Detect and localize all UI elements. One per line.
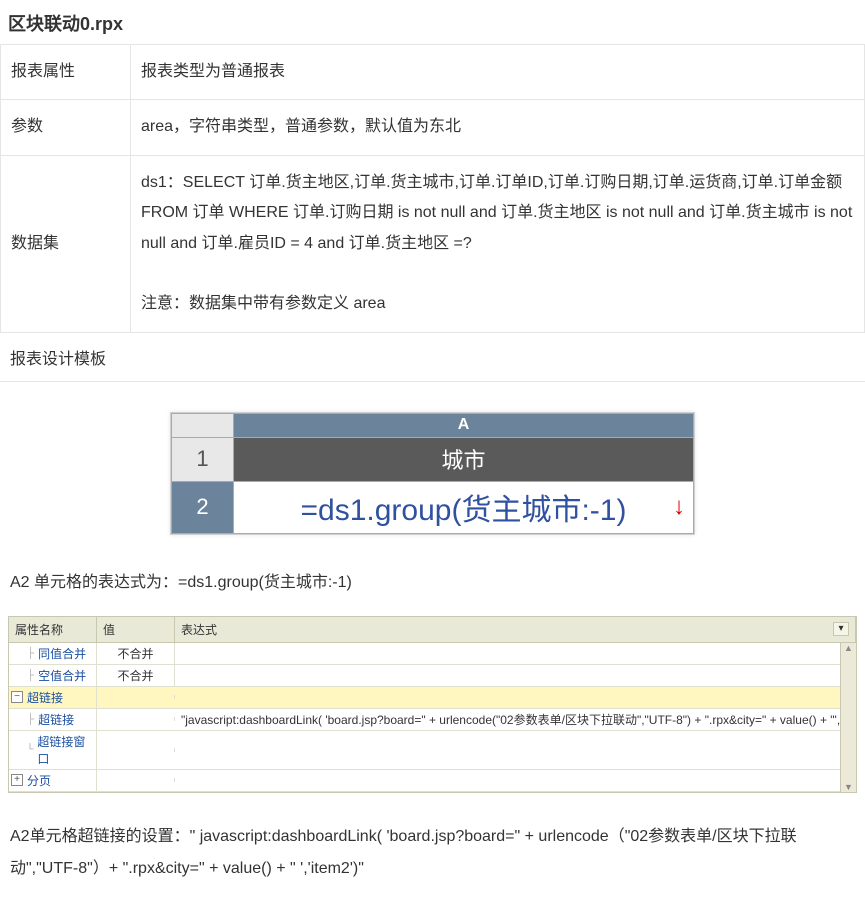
property-panel: 属性名称 值 表达式 ▾ ├ 同值合并 不合并 ├ 空值合并 不合并 xyxy=(8,616,857,793)
down-arrow-icon: ↓ xyxy=(673,495,685,519)
template-header-row: A xyxy=(172,413,694,437)
header-expr-label: 表达式 xyxy=(181,621,217,638)
prop-row-paging[interactable]: + 分页 xyxy=(9,770,856,792)
prop-label-paging: 分页 xyxy=(27,772,51,789)
prop-label-hyperlink-group: 超链接 xyxy=(27,689,63,706)
template-row-2: 2 =ds1.group(货主城市:-1) ↓ xyxy=(172,481,694,533)
dataset-value: ds1：SELECT 订单.货主地区,订单.货主城市,订单.订单ID,订单.订购… xyxy=(141,168,854,259)
prop-row-hyperlink-window[interactable]: └ 超链接窗口 xyxy=(9,731,856,770)
tree-plus-icon[interactable]: + xyxy=(11,774,23,786)
tree-line-icon xyxy=(11,744,22,756)
tree-cell: ├ 超链接 xyxy=(9,709,97,730)
template-row1-num: 1 xyxy=(172,437,234,481)
prop-value-hyperlink-window xyxy=(97,748,175,752)
dataset-label: 数据集 xyxy=(1,155,131,332)
prop-expr-same-merge xyxy=(175,651,856,655)
prop-row-hyperlink[interactable]: ├ 超链接 "javascript:dashboardLink( 'board.… xyxy=(9,709,856,731)
template-a2-cell: =ds1.group(货主城市:-1) ↓ xyxy=(234,481,694,533)
prop-value-same-merge: 不合并 xyxy=(97,643,175,664)
info-row-param: 参数 area，字符串类型，普通参数，默认值为东北 xyxy=(1,100,865,155)
prop-label-hyperlink-window: 超链接窗口 xyxy=(37,733,94,767)
property-header-row: 属性名称 值 表达式 ▾ xyxy=(9,617,856,643)
prop-value-paging xyxy=(97,778,175,782)
tree-line-icon xyxy=(11,647,23,659)
tree-minus-icon[interactable]: − xyxy=(11,691,23,703)
header-name: 属性名称 xyxy=(9,617,97,642)
a2-link-text: A2单元格超链接的设置：" javascript:dashboardLink( … xyxy=(0,793,865,897)
prop-expr-hyperlink-window xyxy=(175,748,856,752)
prop-label-empty-merge: 空值合并 xyxy=(38,667,86,684)
scroll-up-icon[interactable]: ▲ xyxy=(844,643,853,653)
a2-formula-text: A2 单元格的表达式为：=ds1.group(货主城市:-1) xyxy=(0,555,865,616)
report-attr-value: 报表类型为普通报表 xyxy=(131,45,865,100)
prop-expr-hyperlink-group xyxy=(175,695,856,699)
template-row-1: 1 城市 xyxy=(172,437,694,481)
report-attr-label: 报表属性 xyxy=(1,45,131,100)
prop-expr-paging xyxy=(175,778,856,782)
prop-row-same-merge[interactable]: ├ 同值合并 不合并 xyxy=(9,643,856,665)
template-box: A 1 城市 2 =ds1.group(货主城市:-1) ↓ xyxy=(170,412,695,535)
tree-dash: └ xyxy=(26,744,33,755)
prop-value-hyperlink xyxy=(97,717,175,721)
template-row2-num: 2 xyxy=(172,481,234,533)
prop-label-same-merge: 同值合并 xyxy=(38,645,86,662)
property-body: ├ 同值合并 不合并 ├ 空值合并 不合并 − 超链接 xyxy=(9,643,856,792)
template-col-a: A xyxy=(234,413,694,437)
tree-cell: + 分页 xyxy=(9,770,97,791)
dataset-note: 注意：数据集中带有参数定义 area xyxy=(141,289,854,319)
info-row-dataset: 数据集 ds1：SELECT 订单.货主地区,订单.货主城市,订单.订单ID,订… xyxy=(1,155,865,332)
tree-dash: ├ xyxy=(27,648,34,659)
template-figure: A 1 城市 2 =ds1.group(货主城市:-1) ↓ xyxy=(0,382,865,555)
param-value: area，字符串类型，普通参数，默认值为东北 xyxy=(131,100,865,155)
prop-row-empty-merge[interactable]: ├ 空值合并 不合并 xyxy=(9,665,856,687)
tree-dash: ├ xyxy=(27,670,34,681)
page-title: 区块联动0.rpx xyxy=(0,0,865,44)
template-a2-formula: =ds1.group(货主城市:-1) xyxy=(301,494,627,527)
prop-row-hyperlink-group[interactable]: − 超链接 xyxy=(9,687,856,709)
prop-value-hyperlink-group xyxy=(97,695,175,699)
dataset-value-cell: ds1：SELECT 订单.货主地区,订单.货主城市,订单.订单ID,订单.订购… xyxy=(131,155,865,332)
param-label: 参数 xyxy=(1,100,131,155)
prop-value-empty-merge: 不合并 xyxy=(97,665,175,686)
expr-header-toggle-icon[interactable]: ▾ xyxy=(833,622,849,636)
template-a1-cell: 城市 xyxy=(234,437,694,481)
scroll-down-icon[interactable]: ▼ xyxy=(844,782,853,792)
tree-cell: − 超链接 xyxy=(9,687,97,708)
template-section-label: 报表设计模板 xyxy=(0,333,865,382)
header-value: 值 xyxy=(97,617,175,642)
scrollbar[interactable]: ▲ ▼ xyxy=(840,643,856,792)
tree-cell: ├ 同值合并 xyxy=(9,643,97,664)
prop-expr-hyperlink[interactable]: "javascript:dashboardLink( 'board.jsp?bo… xyxy=(175,709,856,730)
prop-label-hyperlink: 超链接 xyxy=(38,711,74,728)
tree-dash: ├ xyxy=(27,714,34,725)
tree-line-icon xyxy=(11,669,23,681)
prop-expr-empty-merge xyxy=(175,673,856,677)
tree-line-icon xyxy=(11,713,23,725)
tree-cell: ├ 空值合并 xyxy=(9,665,97,686)
info-table: 报表属性 报表类型为普通报表 参数 area，字符串类型，普通参数，默认值为东北… xyxy=(0,44,865,333)
tree-cell: └ 超链接窗口 xyxy=(9,731,97,769)
info-row-report-attr: 报表属性 报表类型为普通报表 xyxy=(1,45,865,100)
header-expr: 表达式 ▾ xyxy=(175,617,856,642)
template-grid: A 1 城市 2 =ds1.group(货主城市:-1) ↓ xyxy=(171,413,694,534)
template-corner xyxy=(172,413,234,437)
